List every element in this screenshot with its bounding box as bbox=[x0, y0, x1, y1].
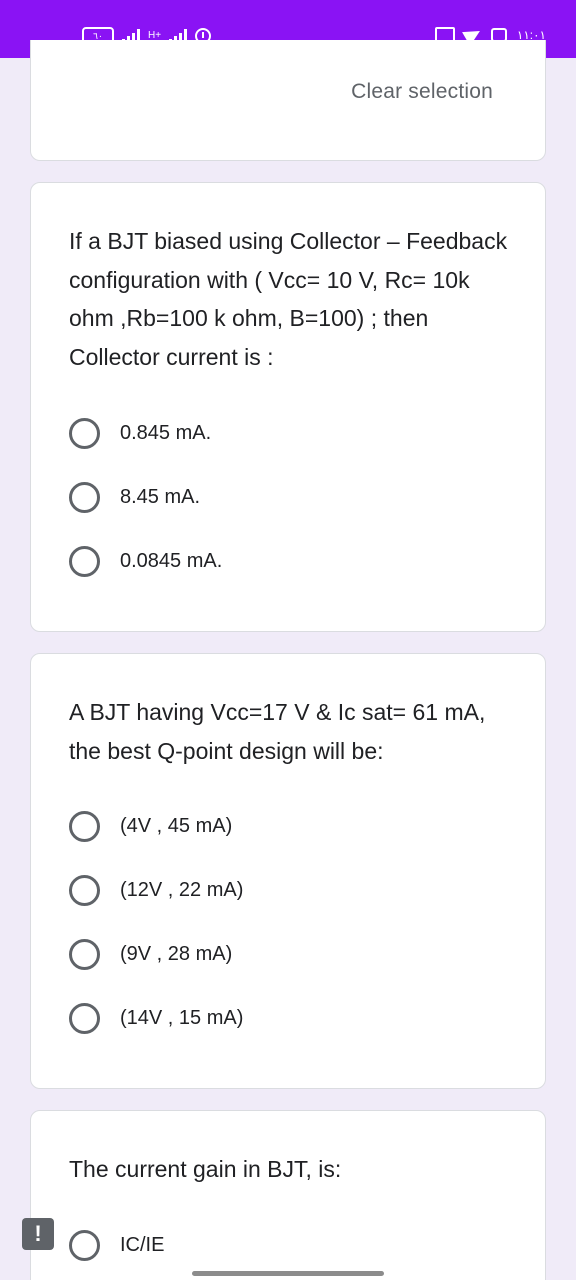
option-label: IC/IE bbox=[120, 1234, 165, 1256]
option-label: (4V , 45 mA) bbox=[120, 815, 233, 837]
gesture-nav-handle[interactable] bbox=[192, 1271, 384, 1276]
option-label: 8.45 mA. bbox=[120, 486, 201, 508]
question-card-3: The current gain in BJT, is: IC/IE bbox=[30, 1110, 546, 1280]
option-item[interactable]: (14V , 15 mA) bbox=[69, 1003, 243, 1034]
option-label: 0.0845 mA. bbox=[120, 550, 223, 572]
option-label: (12V , 22 mA) bbox=[120, 879, 244, 901]
option-item[interactable]: 0.0845 mA. bbox=[69, 546, 222, 577]
radio-button[interactable] bbox=[69, 811, 100, 842]
radio-button[interactable] bbox=[69, 482, 100, 513]
question-card-2: A BJT having Vcc=17 V & Ic sat= 61 mA, t… bbox=[30, 653, 546, 1089]
option-label: (9V , 28 mA) bbox=[120, 943, 233, 965]
question-text: A BJT having Vcc=17 V & Ic sat= 61 mA, t… bbox=[69, 699, 486, 764]
question-text: The current gain in BJT, is: bbox=[69, 1156, 342, 1182]
option-item[interactable]: (4V , 45 mA) bbox=[69, 811, 232, 842]
option-label: 0.845 mA. bbox=[120, 422, 212, 444]
radio-button[interactable] bbox=[69, 546, 100, 577]
option-item[interactable]: 8.45 mA. bbox=[69, 482, 200, 513]
previous-question-card: Clear selection bbox=[30, 40, 546, 161]
report-feedback-icon[interactable]: ! bbox=[22, 1218, 54, 1250]
option-item[interactable]: (9V , 28 mA) bbox=[69, 939, 232, 970]
radio-button[interactable] bbox=[69, 418, 100, 449]
question-text: If a BJT biased using Collector – Feedba… bbox=[69, 228, 508, 370]
radio-button[interactable] bbox=[69, 1003, 100, 1034]
option-item[interactable]: IC/IE bbox=[69, 1230, 164, 1261]
question-card-1: If a BJT biased using Collector – Feedba… bbox=[30, 182, 546, 632]
radio-button[interactable] bbox=[69, 1230, 100, 1261]
radio-button[interactable] bbox=[69, 939, 100, 970]
option-item[interactable]: (12V , 22 mA) bbox=[69, 875, 243, 906]
radio-button[interactable] bbox=[69, 875, 100, 906]
option-label: (14V , 15 mA) bbox=[120, 1007, 244, 1029]
option-item[interactable]: 0.845 mA. bbox=[69, 418, 211, 449]
clear-selection-button[interactable]: Clear selection bbox=[351, 80, 493, 104]
